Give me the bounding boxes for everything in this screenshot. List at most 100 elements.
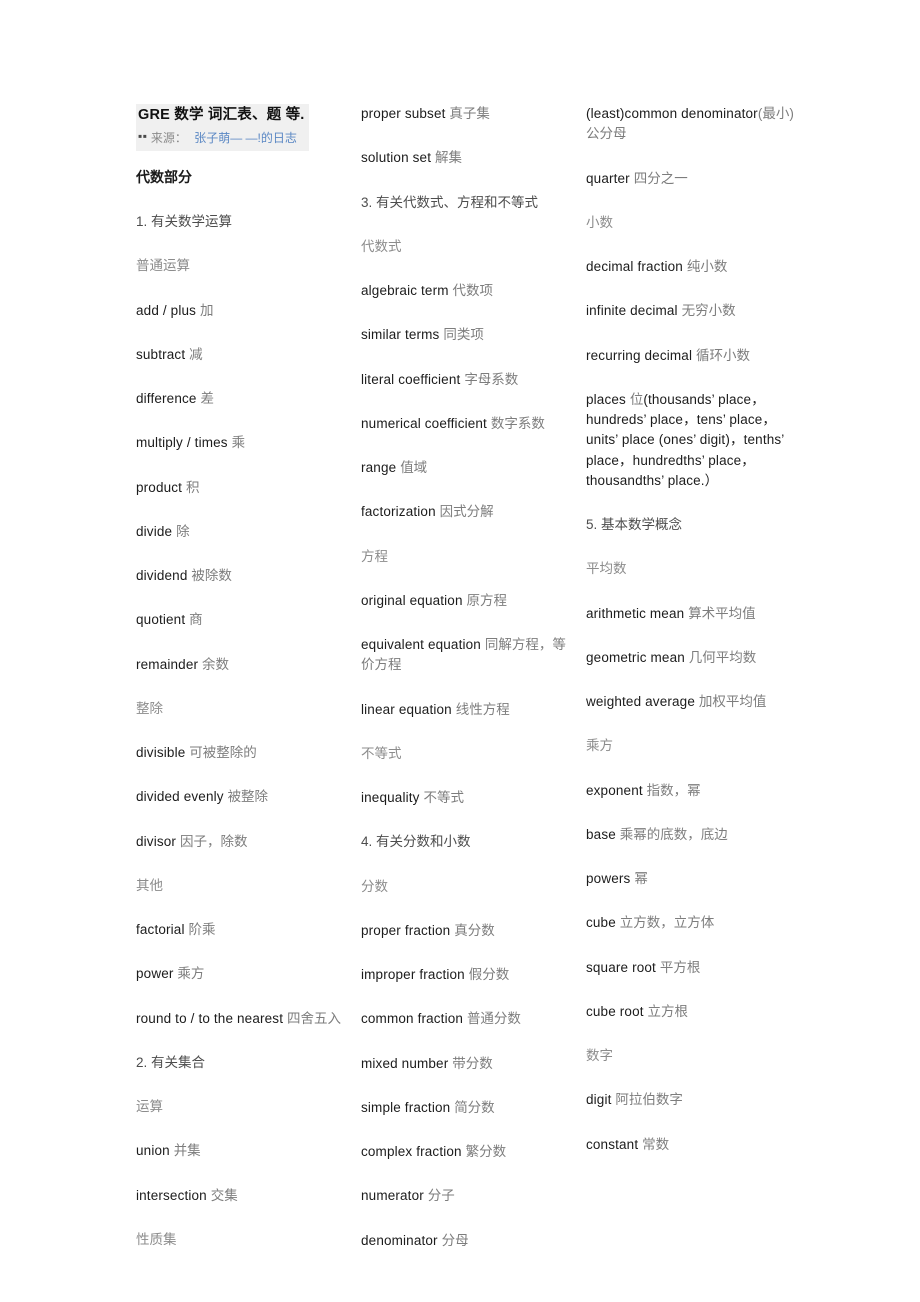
glossary-term-cn: 无穷小数	[681, 303, 736, 319]
source-link[interactable]: 张子萌— —!的日志	[194, 131, 297, 145]
glossary-term-en: intersection	[136, 1187, 211, 1203]
glossary-term-cn: 常数	[642, 1136, 670, 1152]
glossary-entry: improper fraction 假分数	[361, 965, 569, 985]
glossary-term-en: multiply / times	[136, 435, 232, 451]
glossary-entry: proper subset 真子集	[361, 104, 569, 124]
glossary-term-cn: 乘幂的底数，底边	[619, 826, 728, 842]
glossary-term-en: algebraic term	[361, 283, 453, 298]
glossary-term-en: round to / to the nearest	[136, 1010, 287, 1026]
glossary-entry: dividend 被除数	[136, 566, 344, 586]
glossary-entry: original equation 原方程	[361, 591, 569, 611]
glossary-term-cn: 值域	[400, 460, 428, 475]
glossary-term-en: divided evenly	[136, 789, 228, 805]
glossary-entry: base 乘幂的底数，底边	[586, 825, 794, 845]
glossary-entry: power 乘方	[136, 964, 344, 984]
glossary-term-en: cube root	[586, 1003, 648, 1019]
glossary-column-3: (least)common denominator(最小)公分母 quarter …	[586, 104, 794, 1179]
glossary-entry: add / plus 加	[136, 301, 344, 321]
glossary-term-en: solution set	[361, 150, 435, 166]
glossary-term-cn: 除	[176, 523, 190, 539]
glossary-term-cn: 因子，除数	[179, 833, 248, 849]
glossary-entry: mixed number 带分数	[361, 1054, 569, 1074]
glossary-term-cn: 算术平均值	[688, 605, 756, 621]
glossary-entry: cube root 立方根	[586, 1002, 794, 1022]
glossary-term-cn: 纯小数	[686, 259, 728, 274]
glossary-entry: constant 常数	[586, 1135, 794, 1155]
glossary-term-cn: 繁分数	[465, 1144, 507, 1159]
glossary-term-cn: 幂	[634, 871, 648, 886]
numbered-section-heading: 5. 基本数学概念	[586, 517, 683, 532]
glossary-entry: places 位(thousands’ place，hundreds’ plac…	[586, 390, 794, 491]
glossary-term-cn: 阶乘	[188, 922, 216, 938]
bullet-marker-icon: ▪▪	[138, 129, 148, 144]
source-label: 来源：	[150, 131, 187, 146]
subsection-label: 小数	[586, 214, 613, 230]
glossary-term-cn: 指数，幂	[646, 782, 701, 798]
glossary-entry: similar terms 同类项	[361, 325, 569, 345]
subsection-label: 数字	[586, 1048, 613, 1063]
glossary-entry: simple fraction 简分数	[361, 1098, 569, 1118]
glossary-term-cn: 解集	[435, 150, 462, 166]
glossary-entry: recurring decimal 循环小数	[586, 346, 794, 366]
glossary-entry: range 值域	[361, 458, 569, 478]
glossary-term-cn: 并集	[173, 1143, 201, 1159]
glossary-term-cn: 加权平均值	[698, 694, 767, 709]
column-3-body: (least)common denominator(最小)公分母 quarter …	[586, 104, 794, 1155]
glossary-term-en: geometric mean	[586, 649, 689, 665]
glossary-entry: factorization 因式分解	[361, 502, 569, 522]
glossary-entry: powers 幂	[586, 869, 794, 889]
glossary-term-en: union	[136, 1143, 174, 1159]
glossary-entry: divided evenly 被整除	[136, 787, 344, 807]
glossary-term-en: factorization	[361, 504, 440, 520]
glossary-term-cn: 减	[189, 346, 203, 362]
glossary-term-cn: 加	[199, 302, 214, 318]
subsection-label: 运算	[136, 1099, 163, 1115]
glossary-term-en: linear equation	[361, 701, 456, 717]
subsection-label: 代数式	[361, 238, 402, 254]
glossary-term-en: constant	[586, 1136, 643, 1152]
glossary-entry: algebraic term 代数项	[361, 281, 569, 301]
glossary-term-en: mixed number	[361, 1055, 453, 1071]
glossary-entry: digit 阿拉伯数字	[586, 1090, 794, 1110]
glossary-column-1: GRE 数学 词汇表、题 等. ▪▪ 来源： 张子萌— —!的日志 代数部分 1.…	[136, 104, 344, 1274]
source-line: ▪▪ 来源： 张子萌— —!的日志	[138, 127, 305, 148]
glossary-term-en: digit	[586, 1092, 616, 1108]
glossary-term-en: common fraction	[361, 1011, 467, 1027]
glossary-term-cn: 普通分数	[466, 1011, 521, 1027]
glossary-term-cn: 假分数	[468, 967, 510, 982]
glossary-term-en: original equation	[361, 592, 467, 608]
glossary-entry: factorial 阶乘	[136, 920, 344, 940]
glossary-term-cn: 同类项	[443, 327, 484, 343]
glossary-term-cn: 立方数，立方体	[619, 915, 715, 931]
glossary-entry: proper fraction 真分数	[361, 921, 569, 941]
glossary-term-en: numerical coefficient	[361, 415, 491, 431]
glossary-term-cn: 被除数	[191, 568, 232, 584]
glossary-term-en: decimal fraction	[586, 259, 687, 274]
subsection-label: 整除	[136, 700, 163, 716]
glossary-term-cn: 不等式	[423, 790, 464, 805]
glossary-entry: divide 除	[136, 522, 344, 542]
glossary-entry: linear equation 线性方程	[361, 700, 569, 720]
glossary-entry: cube 立方数，立方体	[586, 913, 794, 933]
glossary-entry: difference 差	[136, 389, 344, 409]
glossary-term-en: (least)common denominator	[586, 106, 758, 121]
numbered-section-heading: 2. 有关集合	[136, 1054, 206, 1070]
glossary-entry: inequality 不等式	[361, 788, 569, 808]
glossary-term-en: square root	[586, 959, 660, 975]
column-2-body: proper subset 真子集 solution set 解集 3. 有关代数式…	[361, 104, 569, 1251]
glossary-term-en: quotient	[136, 612, 190, 628]
glossary-term-cn: 位	[629, 391, 644, 407]
glossary-term-cn: 交集	[210, 1187, 238, 1203]
glossary-term-cn: 被整除	[227, 789, 269, 805]
glossary-term-en: complex fraction	[361, 1144, 466, 1159]
subsection-label: 乘方	[586, 738, 613, 754]
glossary-term-cn: 字母系数	[464, 371, 519, 387]
glossary-term-en: proper subset	[361, 106, 450, 121]
glossary-term-en: difference	[136, 391, 201, 407]
glossary-term-en: quarter	[586, 170, 634, 186]
glossary-term-en: literal coefficient	[361, 371, 465, 387]
glossary-term-en: proper fraction	[361, 922, 455, 938]
glossary-term-en: range	[361, 460, 401, 475]
glossary-term-en: dividend	[136, 568, 192, 584]
glossary-entry: multiply / times 乘	[136, 433, 344, 453]
